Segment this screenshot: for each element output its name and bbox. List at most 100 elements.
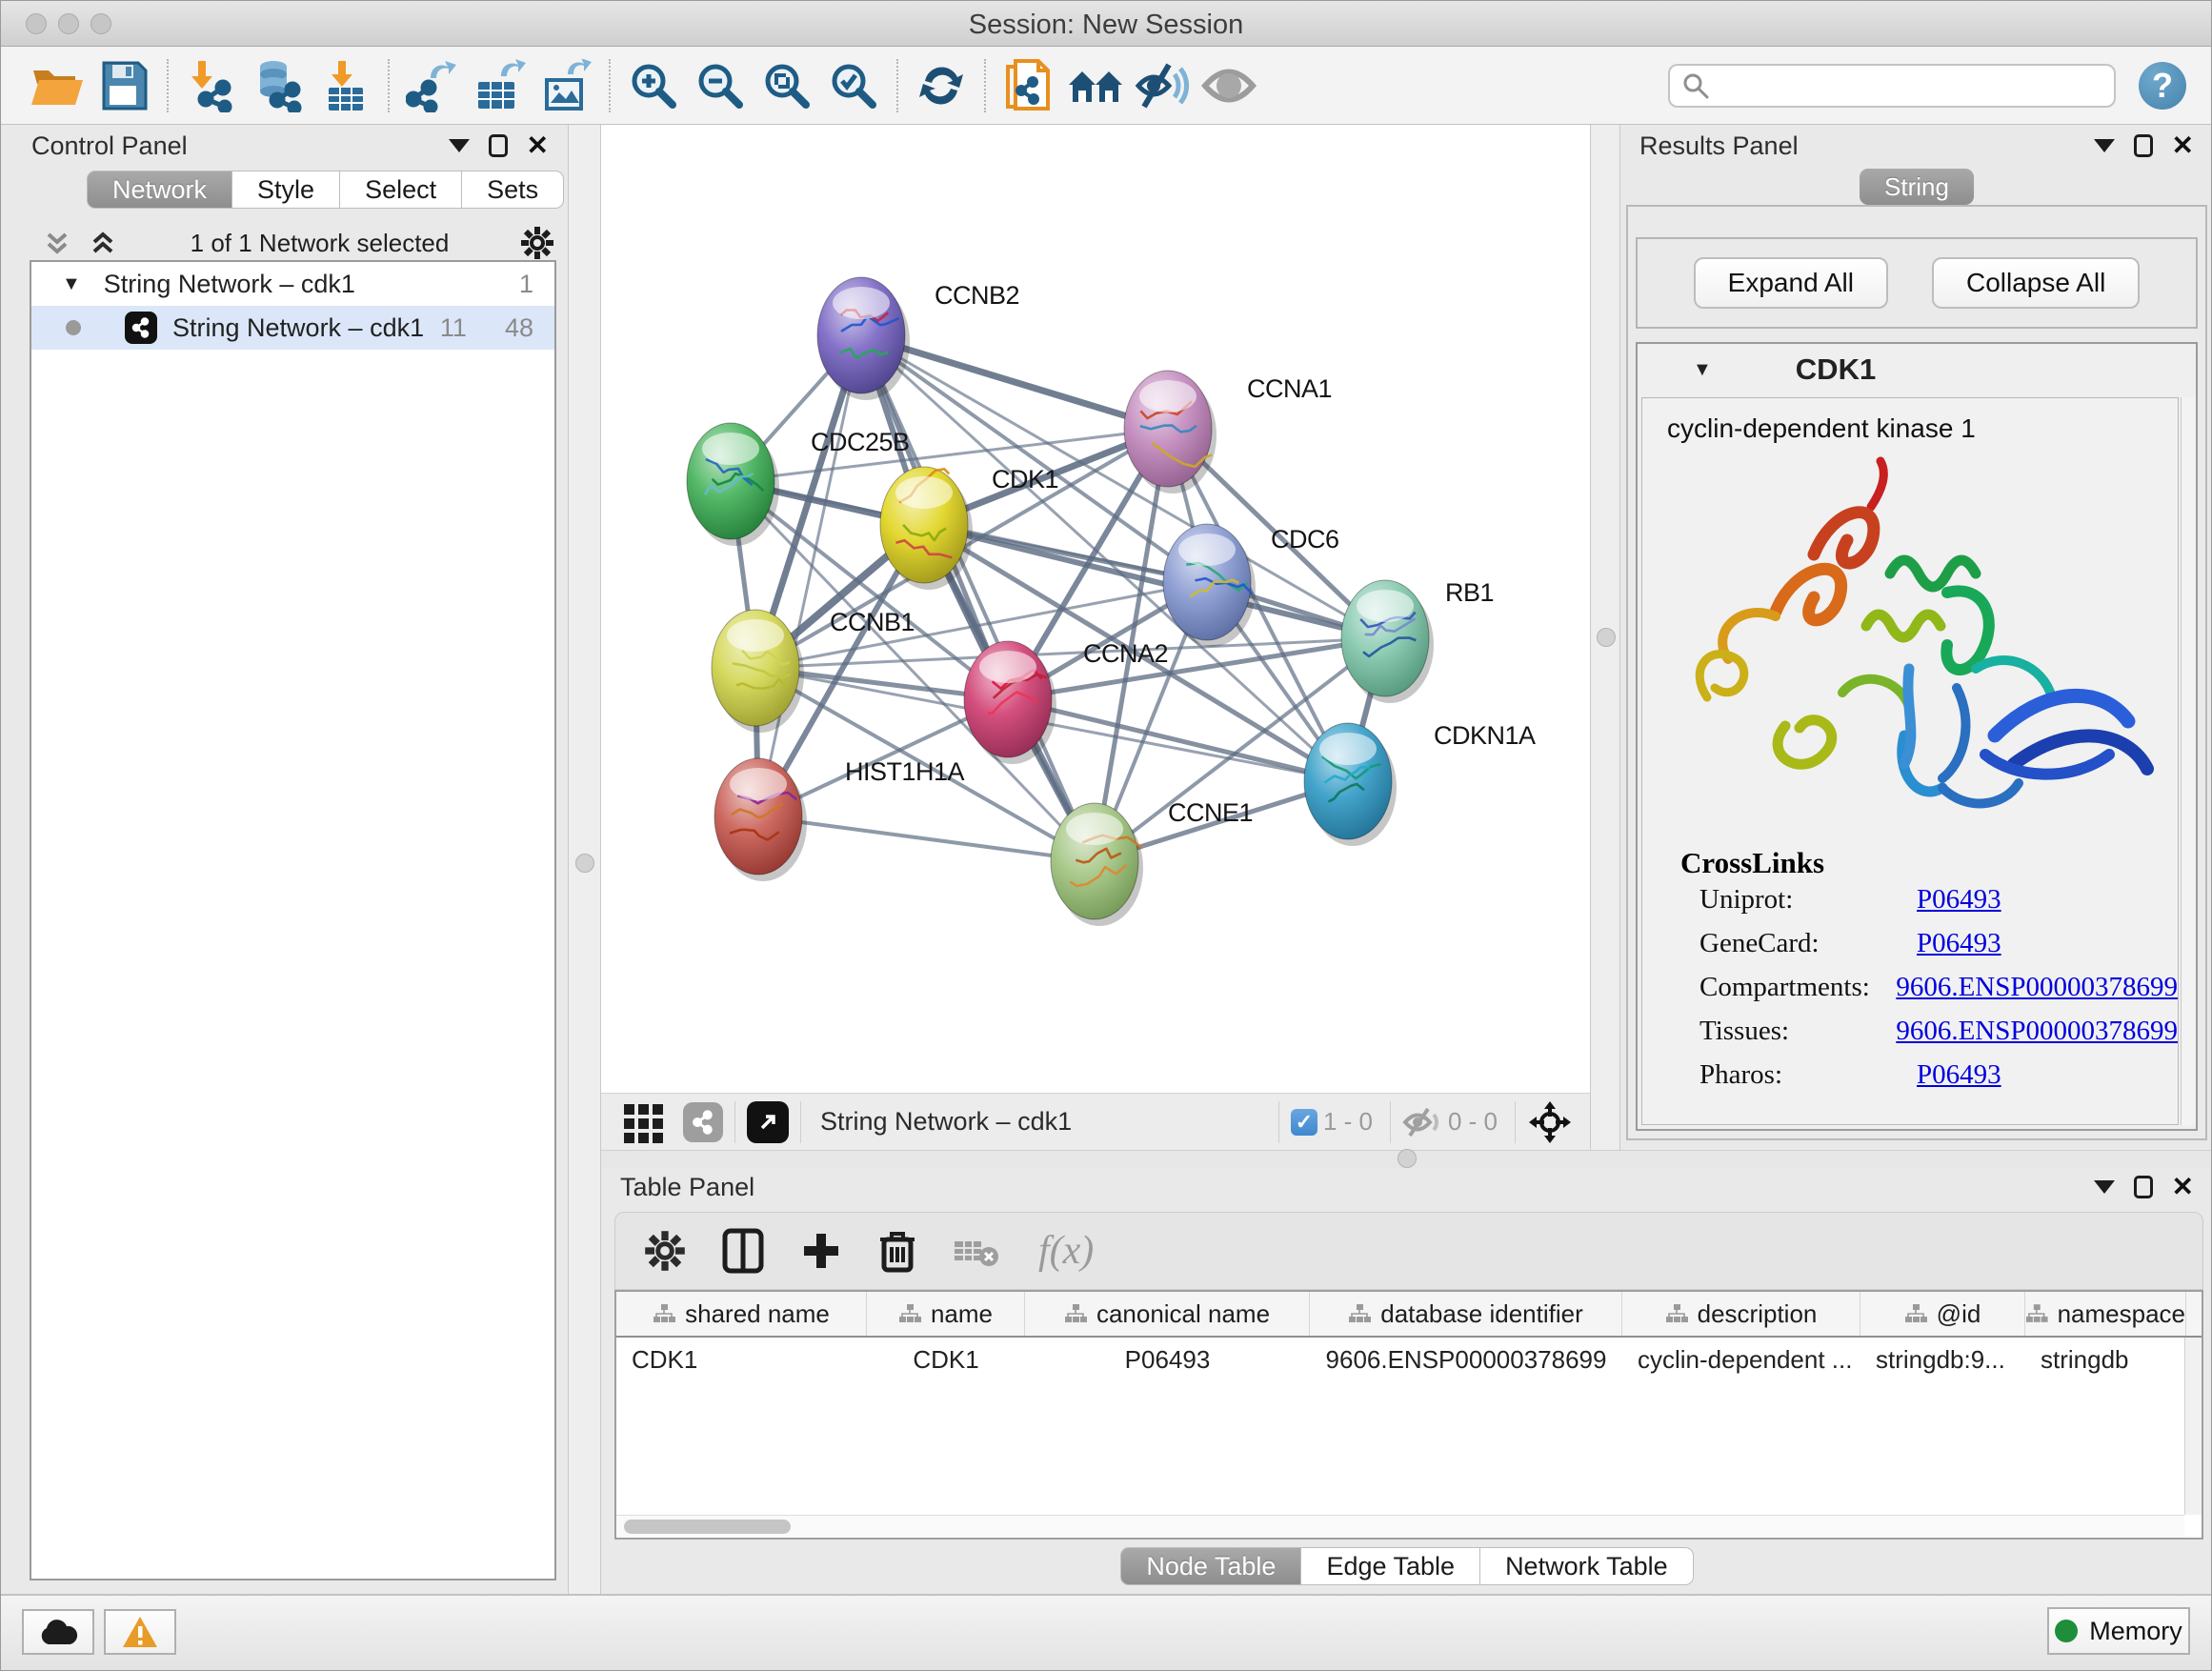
open-session-button[interactable] [24, 55, 90, 116]
network-view[interactable]: CCNB2CCNA1CDC25BCDK1CDC6RB1CCNB1CCNA2CDK… [601, 125, 1590, 1093]
panel-menu-icon[interactable] [2094, 1180, 2115, 1194]
network-node-hist1h1a[interactable]: HIST1H1A [714, 757, 965, 881]
tab-string[interactable]: String [1860, 169, 1974, 205]
network-node-ccnb1[interactable]: CCNB1 [712, 608, 915, 733]
scrollbar-thumb[interactable] [624, 1520, 791, 1534]
right-splitter-handle[interactable] [1597, 628, 1616, 647]
left-splitter[interactable] [568, 125, 601, 1594]
expand-all-button[interactable]: Expand All [1694, 257, 1888, 309]
panel-float-icon[interactable] [2134, 134, 2153, 157]
section-collapse-icon[interactable]: ▼ [1693, 359, 1712, 381]
table-cell[interactable]: CDK1 [867, 1345, 1025, 1375]
search-input[interactable] [1710, 70, 2114, 101]
collapse-all-button[interactable]: Collapse All [1932, 257, 2140, 309]
help-button[interactable]: ? [2139, 62, 2186, 110]
crosslink-link[interactable]: P06493 [1917, 884, 2001, 916]
export-image-button[interactable] [533, 55, 599, 116]
tree-expand-icon[interactable]: ▼ [62, 273, 81, 295]
network-edge[interactable] [758, 335, 861, 816]
tab-network-table[interactable]: Network Table [1480, 1547, 1694, 1585]
network-row[interactable]: String Network – cdk1 11 48 [31, 306, 554, 350]
function-builder-button[interactable]: f(x) [1038, 1228, 1094, 1274]
fit-selected-crosshair-icon[interactable] [1527, 1099, 1573, 1145]
network-node-ccna1[interactable]: CCNA1 [1124, 371, 1332, 493]
zoom-selected-button[interactable] [820, 55, 887, 116]
horizontal-splitter-handle[interactable] [1398, 1149, 1417, 1168]
table-cell[interactable]: cyclin-dependent ... [1622, 1345, 1860, 1375]
right-splitter[interactable] [1590, 125, 1620, 1150]
zoom-out-button[interactable] [687, 55, 754, 116]
column-header-name[interactable]: name [867, 1292, 1025, 1336]
export-network-button[interactable] [399, 55, 466, 116]
table-cell[interactable]: stringdb:9... [1860, 1345, 2025, 1375]
refresh-button[interactable] [908, 55, 975, 116]
column-header-database-identifier[interactable]: database identifier [1310, 1292, 1622, 1336]
panel-close-icon[interactable]: ✕ [527, 132, 549, 159]
annotation-button[interactable] [995, 55, 1062, 116]
network-collection-row[interactable]: ▼ String Network – cdk1 1 [31, 262, 554, 306]
zoom-in-button[interactable] [620, 55, 687, 116]
gear-icon[interactable] [520, 226, 554, 260]
tab-style[interactable]: Style [232, 171, 340, 209]
birdseye-view-button[interactable] [1196, 55, 1262, 116]
selected-checkbox[interactable]: ✓ [1291, 1109, 1317, 1136]
delete-column-icon[interactable] [878, 1228, 916, 1274]
network-node-cdkn1a[interactable]: CDKN1A [1304, 721, 1536, 846]
show-columns-icon[interactable] [722, 1228, 764, 1274]
memory-button[interactable]: Memory [2047, 1607, 2190, 1655]
network-edge[interactable] [758, 816, 1095, 861]
panel-close-icon[interactable]: ✕ [2172, 1174, 2194, 1200]
network-node-rb1[interactable]: RB1 [1341, 578, 1494, 703]
column-header-canonical-name[interactable]: canonical name [1025, 1292, 1310, 1336]
tab-node-table[interactable]: Node Table [1120, 1547, 1301, 1585]
search-field[interactable] [1668, 64, 2116, 108]
zoom-fit-button[interactable] [754, 55, 820, 116]
table-row[interactable]: CDK1CDK1P064939606.ENSP00000378699cyclin… [616, 1338, 2202, 1381]
table-cell[interactable]: 9606.ENSP00000378699 [1310, 1345, 1622, 1375]
birdseye-grid-icon[interactable] [622, 1100, 666, 1144]
column-header-description[interactable]: description [1622, 1292, 1860, 1336]
panel-float-icon[interactable] [2134, 1176, 2153, 1198]
string-style-icon[interactable] [683, 1102, 723, 1142]
crosslink-link[interactable]: P06493 [1917, 1059, 2001, 1091]
add-column-icon[interactable] [800, 1230, 842, 1272]
show-all-networks-button[interactable] [1062, 55, 1129, 116]
cdk1-section-header[interactable]: ▼ CDK1 [1638, 344, 2196, 395]
panel-menu-icon[interactable] [2094, 139, 2115, 152]
export-table-button[interactable] [466, 55, 533, 116]
crosslink-link[interactable]: P06493 [1917, 928, 2001, 959]
table-vertical-scrollbar[interactable] [2184, 1338, 2202, 1515]
horizontal-splitter[interactable] [601, 1150, 2212, 1168]
panel-menu-icon[interactable] [449, 139, 470, 152]
delete-table-icon[interactable] [953, 1234, 1002, 1268]
left-splitter-handle[interactable] [575, 854, 594, 873]
table-cell[interactable]: stringdb [2025, 1345, 2186, 1375]
network-node-ccna2[interactable]: CCNA2 [964, 639, 1168, 764]
network-node-cdc6[interactable]: CDC6 [1163, 524, 1339, 647]
save-session-button[interactable] [90, 55, 157, 116]
import-network-file-button[interactable] [178, 55, 245, 116]
tab-sets[interactable]: Sets [462, 171, 564, 209]
import-table-button[interactable] [312, 55, 378, 116]
cloud-status-button[interactable] [22, 1609, 94, 1655]
column-header-namespace[interactable]: namespace [2025, 1292, 2186, 1336]
network-graph[interactable]: CCNB2CCNA1CDC25BCDK1CDC6RB1CCNB1CCNA2CDK… [601, 125, 1590, 1093]
panel-float-icon[interactable] [489, 134, 508, 157]
expand-all-icon[interactable] [87, 227, 119, 259]
table-cell[interactable]: P06493 [1025, 1345, 1310, 1375]
import-network-database-button[interactable] [245, 55, 312, 116]
network-node-ccnb2[interactable]: CCNB2 [817, 277, 1019, 400]
hide-edges-button[interactable] [1129, 55, 1196, 116]
tab-edge-table[interactable]: Edge Table [1301, 1547, 1480, 1585]
collapse-all-icon[interactable] [41, 227, 73, 259]
warnings-button[interactable] [104, 1609, 176, 1655]
detach-view-icon[interactable] [747, 1101, 789, 1143]
column-header-shared-name[interactable]: shared name [616, 1292, 867, 1336]
network-node-cdk1[interactable]: CDK1 [880, 465, 1058, 590]
hidden-eye-icon[interactable] [1402, 1106, 1442, 1138]
results-scrollbar[interactable] [2181, 397, 2196, 1125]
panel-close-icon[interactable]: ✕ [2172, 132, 2194, 159]
column-header--id[interactable]: @id [1860, 1292, 2025, 1336]
tab-select[interactable]: Select [340, 171, 462, 209]
table-settings-gear-icon[interactable] [644, 1230, 686, 1272]
